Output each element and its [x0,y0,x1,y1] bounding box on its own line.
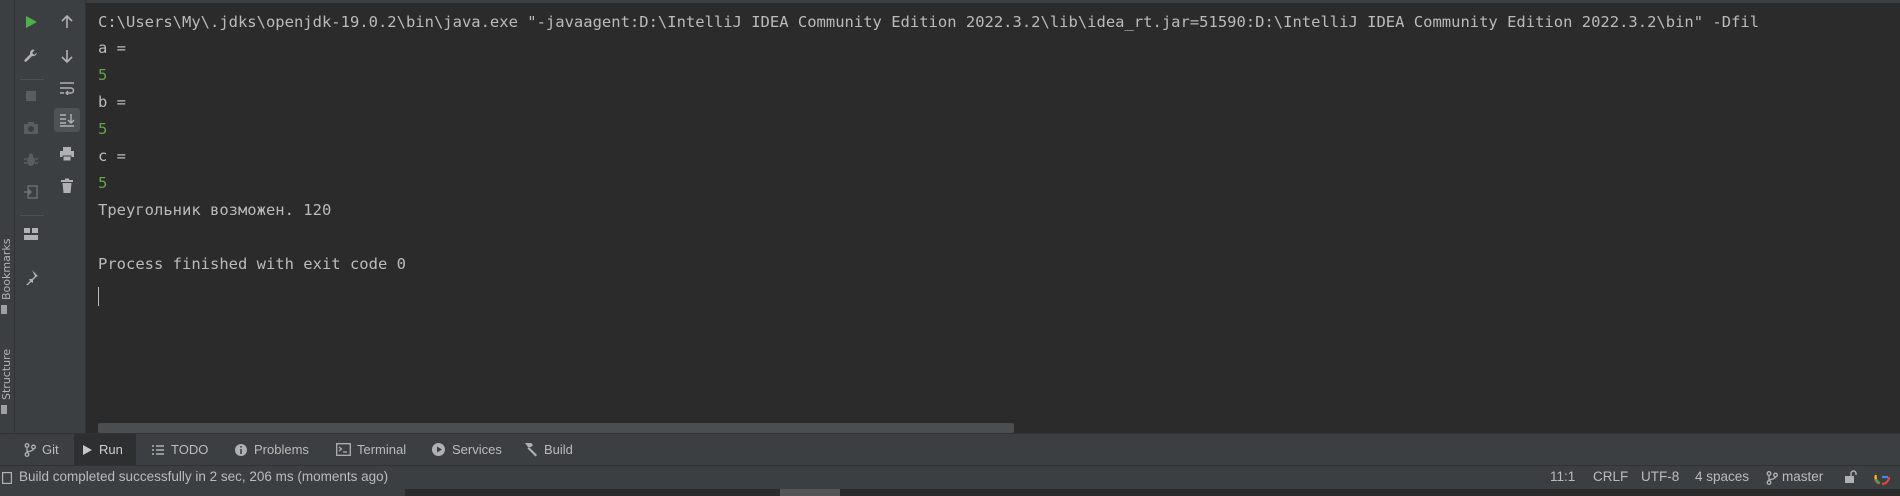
tab-problems[interactable]: Problems [226,434,317,465]
arrow-up-icon [61,14,73,28]
stop-button[interactable] [18,84,44,108]
horizontal-scrollbar[interactable] [98,423,1014,433]
indent-setting[interactable]: 4 spaces [1695,469,1749,484]
build-status-icon [2,472,12,484]
unlock-icon[interactable] [1844,470,1858,484]
tab-terminal[interactable]: Terminal [328,434,414,465]
bookmarks-stripe-marker [1,305,7,314]
console-output[interactable]: C:\Users\My\.jdks\openjdk-19.0.2\bin\jav… [86,0,1900,433]
pin-icon [26,270,38,285]
tab-terminal-label: Terminal [357,442,407,457]
clear-all-button[interactable] [54,174,80,198]
run-toolbar-secondary [49,0,86,433]
tab-todo-label: TODO [171,442,209,457]
scroll-up-button[interactable] [54,10,80,34]
debug-restart-button[interactable] [18,148,44,172]
text-caret [98,287,99,306]
rerun-button[interactable] [18,10,44,34]
console-line-input-a: 5 [98,66,108,84]
console-line-input-c: 5 [98,174,108,192]
google-icon[interactable] [1874,469,1890,485]
tab-git-label: Git [42,442,59,457]
trash-icon [61,178,73,193]
thread-dump-button[interactable] [18,116,44,140]
ide-window: Bookmarks Structure C:\Users\My\.jdks\op… [0,0,1900,496]
console-line-input-b: 5 [98,120,108,138]
pin-tab-button[interactable] [18,265,44,289]
layout-button[interactable] [18,222,44,246]
tab-run[interactable]: Run [74,434,136,465]
file-encoding[interactable]: UTF-8 [1641,469,1679,484]
console-line-prompt-a: a = [98,39,126,57]
run-triangle-icon [83,444,92,455]
scroll-down-button[interactable] [54,44,80,68]
caret-position[interactable]: 11:1 [1550,469,1575,484]
bookmarks-tool-button[interactable]: Bookmarks [0,239,13,300]
status-bar: Build completed successfully in 2 sec, 2… [0,465,1900,489]
soft-wrap-icon [60,82,75,95]
run-toolbar-primary [15,0,49,433]
run-icon [26,16,37,28]
build-hammer-icon [525,443,537,457]
git-branch-icon [24,442,36,457]
tab-services[interactable]: Services [423,434,510,465]
problems-info-icon [235,443,247,456]
soft-wrap-button[interactable] [54,76,80,100]
status-message[interactable]: Build completed successfully in 2 sec, 2… [19,469,388,484]
bug-icon [24,153,38,166]
wrench-icon [24,49,37,62]
tab-git[interactable]: Git [16,434,67,465]
exit-icon [24,185,38,199]
edit-configuration-button[interactable] [18,44,44,68]
exit-button[interactable] [18,180,44,204]
printer-icon [60,147,74,162]
services-icon [432,443,445,456]
structure-stripe-marker [1,405,7,414]
print-button[interactable] [54,142,80,166]
tab-services-label: Services [452,442,502,457]
taskbar-segment-active [780,489,840,496]
stop-icon [26,91,36,101]
tab-problems-label: Problems [254,442,309,457]
console-line-result: Треугольник возможен. 120 [98,201,332,219]
layout-icon [24,228,38,240]
taskbar-segment [0,489,405,496]
tool-window-tabs: Git Run TODO Problems Terminal Services … [0,433,1900,465]
tab-build-label: Build [544,442,573,457]
tab-run-label: Run [99,442,123,457]
console-line-prompt-b: b = [98,93,126,111]
camera-icon [24,122,38,134]
line-separator[interactable]: CRLF [1593,469,1628,484]
scroll-to-end-button[interactable] [54,108,80,132]
left-tool-stripe: Bookmarks Structure [0,0,15,433]
tab-build[interactable]: Build [515,434,581,465]
console-line-command: C:\Users\My\.jdks\openjdk-19.0.2\bin\jav… [98,13,1760,31]
console-line-exit: Process finished with exit code 0 [98,255,406,273]
todo-list-icon [152,444,164,455]
console-line-prompt-c: c = [98,147,126,165]
scroll-to-end-icon [60,114,75,127]
taskbar-strip [0,489,1900,496]
tab-todo[interactable]: TODO [143,434,216,465]
terminal-icon [336,443,351,456]
git-branch-status-icon [1766,471,1778,485]
structure-tool-button[interactable]: Structure [0,349,13,400]
git-branch-widget[interactable]: master [1782,469,1823,484]
arrow-down-icon [61,50,73,64]
